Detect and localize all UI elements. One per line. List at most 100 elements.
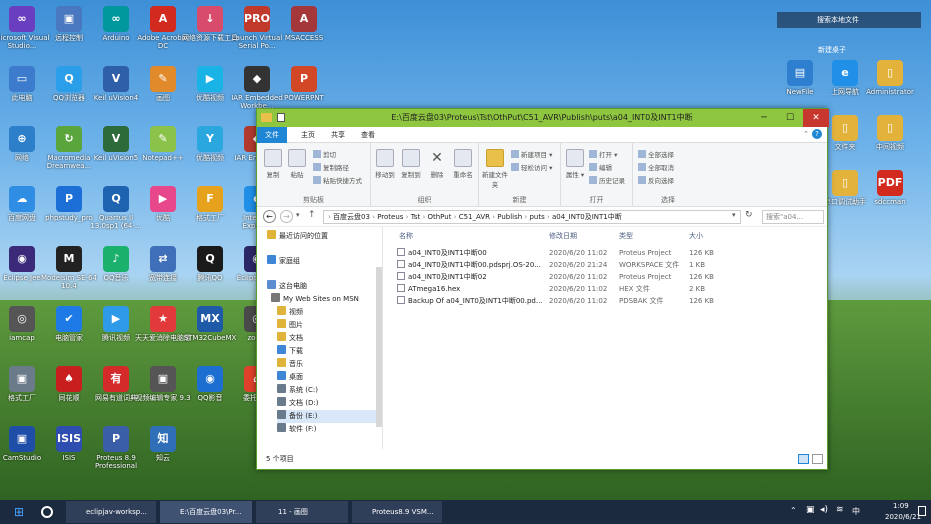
properties-button[interactable]: 属性 ▾	[563, 149, 587, 179]
nav-item[interactable]: 视频	[277, 306, 303, 319]
nav-item[interactable]: 音乐	[277, 358, 303, 371]
nav-item[interactable]: 图片	[277, 319, 303, 332]
file-row[interactable]: a04_INT0及INT1中断00 2020/6/20 11:02 Proteus …	[385, 247, 827, 259]
help-icon[interactable]: ?	[812, 129, 822, 139]
column-size[interactable]: 大小	[689, 231, 703, 241]
tab-view[interactable]: 查看	[353, 127, 383, 143]
recent-locations-icon[interactable]: ▾	[296, 211, 300, 219]
column-name[interactable]: 名称	[399, 231, 413, 241]
desktop-icon[interactable]: ▯ Administrator	[862, 60, 918, 96]
volume-icon[interactable]: ◂)	[820, 505, 828, 515]
copy-path-button[interactable]: 复制路径	[313, 162, 349, 172]
up-icon[interactable]: ↑	[308, 210, 316, 220]
title-bar[interactable]: E:\百度云盘03\Proteus\Tst\OthPut\C51_AVR\Pub…	[257, 109, 829, 127]
open-button[interactable]: 打开 ▾	[589, 149, 617, 159]
breadcrumb-separator-icon[interactable]: ›	[545, 213, 552, 221]
taskbar-item-paint[interactable]: 11 - 画图	[256, 501, 348, 523]
refresh-icon[interactable]: ↻	[745, 210, 753, 220]
nav-item[interactable]: 桌面	[277, 371, 303, 384]
ime-indicator[interactable]: 中	[852, 506, 860, 517]
copy-to-button[interactable]: 复制到	[399, 149, 423, 179]
nav-item[interactable]: 文档 (D:)	[277, 397, 318, 410]
tab-share[interactable]: 共享	[323, 127, 353, 143]
nav-item[interactable]: 文档	[277, 332, 303, 345]
clock-date[interactable]: 2020/6/21	[885, 513, 921, 521]
history-button[interactable]: 历史记录	[589, 175, 625, 185]
taskbar-item-explorer[interactable]: E:\百度云盘03\Pr...	[160, 501, 252, 523]
desktop-icon[interactable]: PDF sdccman	[862, 170, 918, 206]
notification-icon[interactable]	[918, 506, 926, 516]
edit-button[interactable]: 编辑	[589, 162, 612, 172]
breadcrumb-item[interactable]: OthPut	[427, 213, 451, 221]
desktop-icon[interactable]: A MSACCESS	[276, 6, 332, 42]
nav-item[interactable]: 下载	[277, 345, 303, 358]
breadcrumb-item[interactable]: C51_AVR	[459, 213, 490, 221]
nav-item[interactable]: 软件 (F:)	[277, 423, 317, 436]
nav-item[interactable]: 备份 (E:)	[277, 410, 382, 423]
nav-item[interactable]: 这台电脑	[267, 280, 307, 293]
file-row[interactable]: ATmega16.hex 2020/6/20 11:02 HEX 文件 2 KB	[385, 283, 827, 295]
select-none-button[interactable]: 全部取消	[638, 162, 674, 172]
move-to-button[interactable]: 移动到	[373, 149, 397, 179]
app-icon: ⊕	[9, 126, 35, 152]
file-row[interactable]: a04_INT0及INT1中断00.pdsprj.OS-20... 2020/6/…	[385, 259, 827, 271]
easy-access-button[interactable]: 轻松访问 ▾	[511, 162, 552, 172]
nav-scrollbar[interactable]	[376, 267, 382, 427]
breadcrumb-separator-icon[interactable]: ›	[451, 213, 458, 221]
cut-button[interactable]: 剪切	[313, 149, 336, 159]
start-icon[interactable]: ⊞	[8, 501, 30, 523]
tab-home[interactable]: 主页	[293, 127, 323, 143]
breadcrumb-separator-icon[interactable]: ›	[403, 213, 410, 221]
breadcrumb-item[interactable]: 百度云盘03	[333, 213, 370, 221]
desktop-icon[interactable]: 知知云	[135, 426, 191, 462]
search-input[interactable]: 搜索"a04...	[762, 210, 824, 224]
file-type: Proteus Project	[619, 273, 672, 281]
select-all-button[interactable]: 全部选择	[638, 149, 674, 159]
search-icon[interactable]	[36, 501, 58, 523]
taskbar-item-eclipse[interactable]: eclipjav-worksp...	[66, 501, 156, 523]
breadcrumb-item[interactable]: Proteus	[377, 213, 403, 221]
back-icon[interactable]: ←	[263, 210, 276, 223]
forward-icon[interactable]: →	[280, 210, 293, 223]
clock-time[interactable]: 1:09	[893, 502, 909, 510]
network-icon[interactable]: ▣	[806, 505, 815, 515]
wifi-icon[interactable]: ≋	[836, 505, 844, 515]
delete-button[interactable]: ✕ 删除	[425, 149, 449, 179]
app-icon: e	[832, 60, 858, 86]
rename-button[interactable]: 重命名	[451, 149, 475, 179]
file-row[interactable]: Backup Of a04_INT0及INT1中断00.pd... 2020/6/…	[385, 295, 827, 307]
tray-up-arrow-icon[interactable]: ⌃	[790, 506, 797, 515]
ribbon-collapse-icon[interactable]: ⌃	[803, 130, 809, 138]
nav-item[interactable]: 最近访问的位置	[267, 230, 328, 243]
copy-button[interactable]: 复制	[261, 149, 285, 179]
details-view-icon[interactable]	[798, 454, 809, 464]
app-icon: ↓	[197, 6, 223, 32]
large-icons-view-icon[interactable]	[812, 454, 823, 464]
breadcrumb-item[interactable]: Publish	[497, 213, 522, 221]
desktop-icon[interactable]: P POWERPNT	[276, 66, 332, 102]
column-type[interactable]: 类型	[619, 231, 633, 241]
maximize-button[interactable]: ☐	[777, 109, 803, 127]
nav-item[interactable]: 系统 (C:)	[277, 384, 318, 397]
taskbar-item-proteus[interactable]: Proteus8.9 VSM...	[352, 501, 442, 523]
nav-item[interactable]: My Web Sites on MSN	[271, 293, 359, 306]
desktop-icon[interactable]: ▯ 中间视频	[862, 115, 918, 151]
new-folder-button[interactable]: 新建文件夹	[481, 149, 509, 189]
breadcrumb-item[interactable]: Tst	[411, 213, 421, 221]
column-date[interactable]: 修改日期	[549, 231, 577, 241]
breadcrumb[interactable]: › 百度云盘03 › Proteus › Tst › OthPut › C51_…	[323, 210, 741, 224]
paste-shortcut-button[interactable]: 粘贴快捷方式	[313, 175, 362, 185]
paste-button[interactable]: 粘贴	[285, 149, 309, 179]
breadcrumb-item[interactable]: puts	[529, 213, 544, 221]
minimize-button[interactable]: ─	[751, 109, 777, 127]
file-row[interactable]: a04_INT0及INT1中断02 2020/6/20 11:02 Proteus …	[385, 271, 827, 283]
invert-selection-button[interactable]: 反向选择	[638, 175, 674, 185]
breadcrumb-item[interactable]: a04_INT0及INT1中断	[552, 213, 622, 221]
desktop-icon-label: MSACCESS	[284, 34, 324, 42]
desktop-search-box[interactable]: 搜索本地文件	[777, 12, 921, 28]
new-item-button[interactable]: 新建项目 ▾	[511, 149, 552, 159]
close-button[interactable]: ✕	[803, 109, 829, 127]
address-dropdown-icon[interactable]: ▾	[732, 211, 736, 219]
tab-file[interactable]: 文件	[257, 127, 287, 143]
nav-item[interactable]: 家庭组	[267, 255, 300, 268]
